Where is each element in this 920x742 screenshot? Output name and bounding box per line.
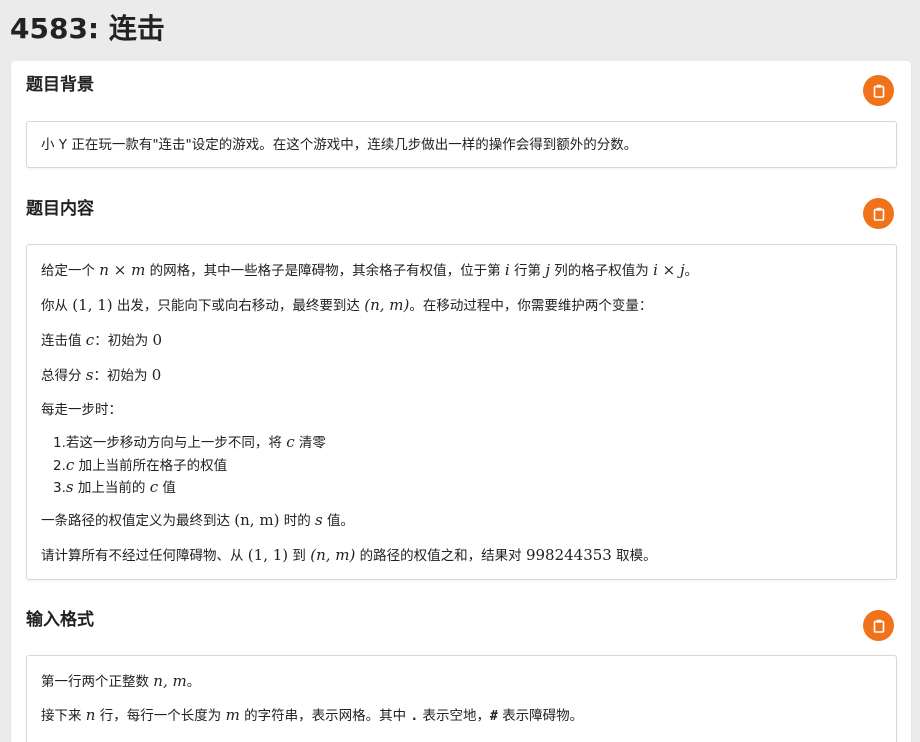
- clipboard-icon: [873, 619, 884, 633]
- content-box: 给定一个 n × m 的网格，其中一些格子是障碍物，其余格子有权值，位于第 i …: [26, 244, 897, 580]
- content-paragraph-1: 给定一个 n × m 的网格，其中一些格子是障碍物，其余格子有权值，位于第 i …: [41, 261, 699, 279]
- copy-background-button[interactable]: [863, 75, 894, 106]
- content-paragraph-2: 你从 (1, 1) 出发，只能向下或向右移动，最终要到达 (n, m)。在移动过…: [41, 296, 653, 314]
- background-box: 小 Y 正在玩一款有"连击"设定的游戏。在这个游戏中，连续几步做出一样的操作会得…: [26, 121, 897, 168]
- input-box: 第一行两个正整数 n, m。 接下来 n 行，每行一个长度为 m 的字符串，表示…: [26, 655, 897, 742]
- section-title-content: 题目内容: [26, 199, 94, 219]
- problem-card: 题目背景 小 Y 正在玩一款有"连击"设定的游戏。在这个游戏中，连续几步做出一样…: [11, 61, 911, 742]
- content-paragraph-6: 一条路径的权值定义为最终到达 (n, m) 时的 s 值。: [41, 511, 355, 529]
- copy-content-button[interactable]: [863, 198, 894, 229]
- steps-list: 1.若这一步移动方向与上一步不同，将 c 清零 2.c 加上当前所在格子的权值 …: [53, 432, 326, 500]
- content-paragraph-5: 每走一步时：: [41, 402, 122, 418]
- copy-input-button[interactable]: [863, 610, 894, 641]
- content-paragraph-7: 请计算所有不经过任何障碍物、从 (1, 1) 到 (n, m) 的路径的权值之和…: [41, 546, 657, 564]
- input-paragraph-2: 接下来 n 行，每行一个长度为 m 的字符串，表示网格。其中 . 表示空地，# …: [41, 706, 584, 724]
- page-title: 4583: 连击: [10, 12, 165, 45]
- section-title-background: 题目背景: [26, 75, 94, 95]
- section-title-input: 输入格式: [26, 610, 94, 630]
- content-paragraph-3: 连击值 c：初始为 0: [41, 331, 163, 349]
- clipboard-icon: [873, 207, 884, 221]
- input-paragraph-1: 第一行两个正整数 n, m。: [41, 672, 201, 690]
- list-item: 1.若这一步移动方向与上一步不同，将 c 清零: [53, 433, 326, 451]
- background-text: 小 Y 正在玩一款有"连击"设定的游戏。在这个游戏中，连续几步做出一样的操作会得…: [41, 137, 638, 153]
- content-paragraph-4: 总得分 s：初始为 0: [41, 366, 162, 384]
- list-item: 2.c 加上当前所在格子的权值: [53, 455, 228, 474]
- clipboard-icon: [873, 84, 884, 98]
- list-item: 3.s 加上当前的 c 值: [53, 478, 176, 496]
